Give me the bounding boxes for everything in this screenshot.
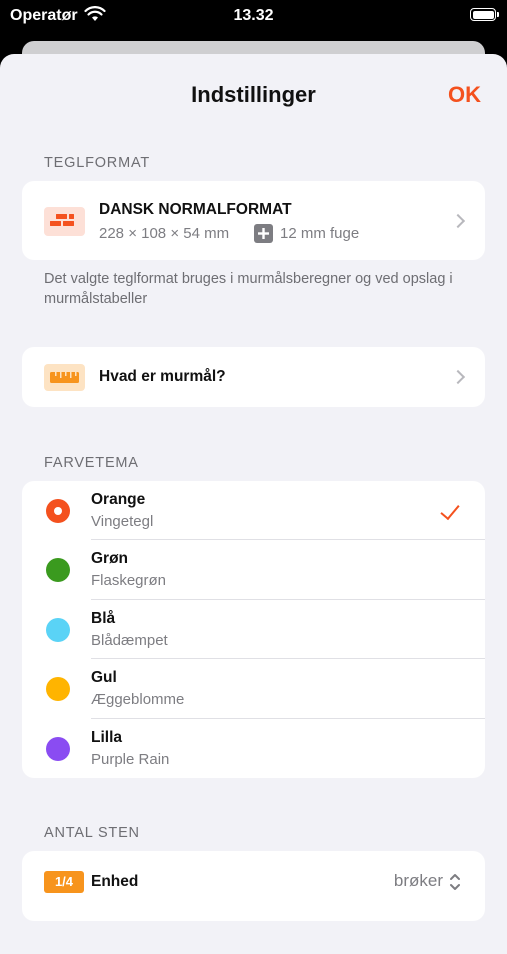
page-title: Indstillinger: [191, 82, 316, 107]
ok-button[interactable]: OK: [448, 82, 481, 108]
plus-icon: [254, 224, 273, 243]
color-swatch: [46, 736, 70, 761]
color-swatch: [46, 499, 70, 523]
unit-picker-value[interactable]: brøker: [394, 871, 443, 891]
clock: 13.32: [233, 7, 274, 24]
antal-sten-header: ANTAL STEN: [44, 825, 140, 841]
murmaal-label: Hvad er murmål?: [99, 368, 226, 385]
brick-format-title: DANSK NORMALFORMAT: [99, 201, 292, 218]
teglformat-footer: Det valgte teglformat bruges i murmålsbe…: [44, 271, 453, 307]
color-option-purple[interactable]: Lilla Purple Rain: [22, 719, 485, 778]
color-subtitle: Æggeblomme: [91, 691, 185, 709]
brick-format-row[interactable]: DANSK NORMALFORMAT 228 × 108 × 54 mm 12 …: [22, 181, 485, 260]
color-subtitle: Flaskegrøn: [91, 572, 167, 590]
brick-dimensions: 228 × 108 × 54 mm: [99, 225, 230, 242]
color-swatch: [46, 677, 70, 702]
color-name: Blå: [91, 609, 116, 627]
color-option-orange[interactable]: Orange Vingetegl: [22, 481, 485, 541]
color-subtitle: Vingetegl: [91, 513, 154, 530]
teglformat-header: TEGLFORMAT: [44, 155, 151, 171]
ruler-icon: [44, 364, 85, 391]
color-name: Orange: [91, 491, 146, 508]
color-theme-list: Orange Vingetegl Grøn Flaskegrøn Blå Blå…: [22, 481, 485, 778]
murmaal-row[interactable]: Hvad er murmål?: [22, 347, 485, 407]
brick-icon: [44, 207, 85, 236]
color-name: Lilla: [91, 728, 123, 746]
battery-icon: [470, 8, 496, 21]
battery-tip: [497, 12, 499, 17]
color-name: Grøn: [91, 550, 129, 568]
color-name: Gul: [91, 669, 117, 687]
unit-label: Enhed: [91, 873, 139, 890]
unit-row[interactable]: 1/4 Enhed brøker: [22, 851, 485, 921]
fraction-badge: 1/4: [44, 871, 84, 893]
checkmark-icon: [440, 499, 460, 521]
chevron-right-icon: [450, 213, 466, 229]
color-swatch: [46, 558, 70, 583]
color-option-blue[interactable]: Blå Blådæmpet: [22, 600, 485, 660]
joint-size: 12 mm fuge: [280, 225, 360, 242]
color-option-yellow[interactable]: Gul Æggeblomme: [22, 659, 485, 719]
color-subtitle: Blådæmpet: [91, 631, 168, 649]
status-bar: Operatør 13.32: [0, 0, 507, 34]
chevron-right-icon: [450, 369, 466, 385]
chevron-up-down-icon: [450, 874, 460, 890]
color-subtitle: Purple Rain: [91, 750, 170, 768]
color-option-green[interactable]: Grøn Flaskegrøn: [22, 540, 485, 600]
farvetema-header: FARVETEMA: [44, 455, 139, 471]
color-swatch: [46, 617, 70, 642]
